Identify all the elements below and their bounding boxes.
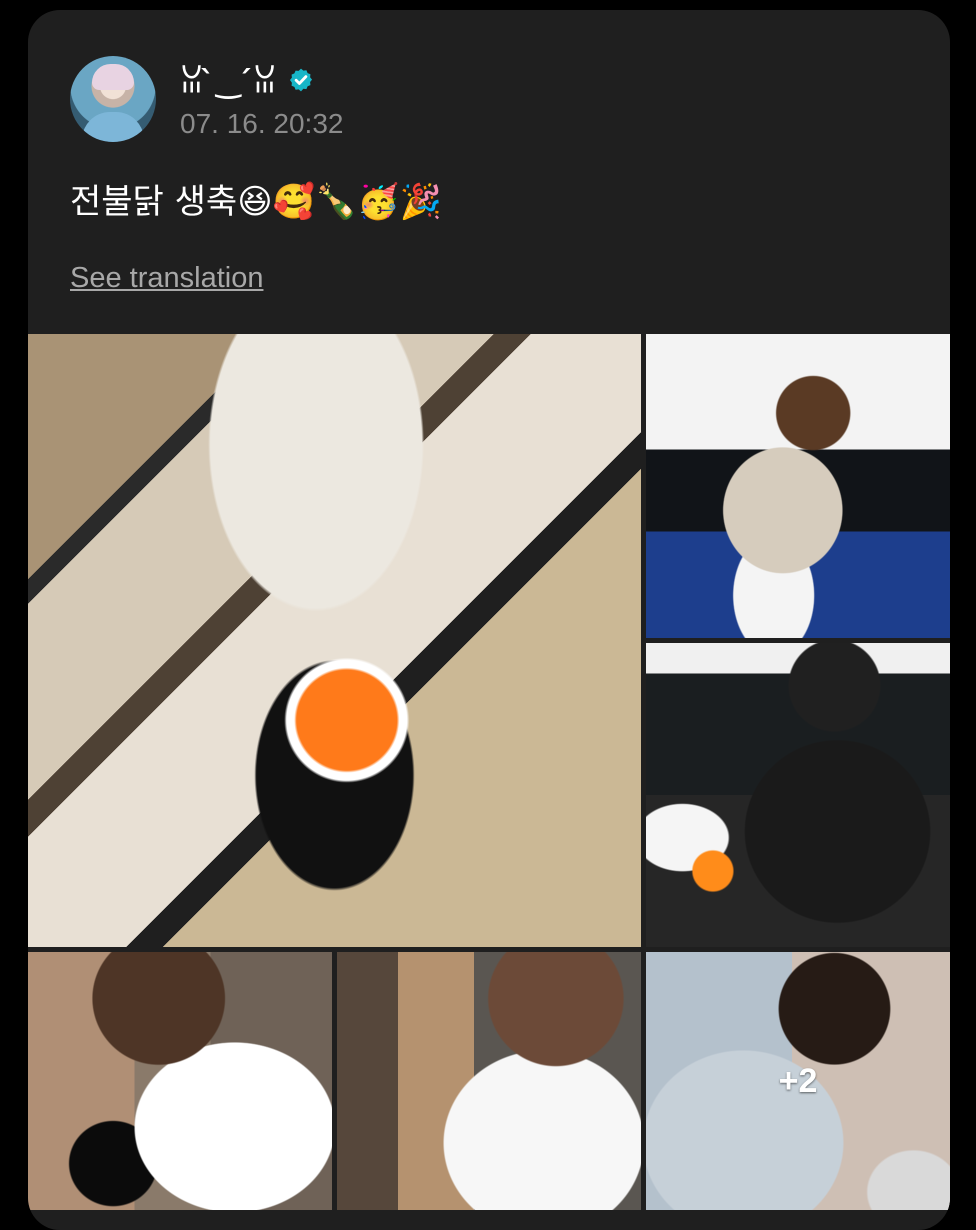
post-caption: 전불닭 생축😆🥰🍾🥳🎉 xyxy=(70,182,442,222)
more-photos-count[interactable]: +2 xyxy=(646,952,950,1210)
post-photo-2[interactable] xyxy=(646,334,950,638)
username[interactable]: ꈍ ̀‿ ́ꈍ xyxy=(180,61,278,100)
username-row: ꈍ ̀‿ ́ꈍ xyxy=(180,60,314,100)
post-timestamp: 07. 16. 20:32 xyxy=(180,108,344,139)
post-photo-3[interactable] xyxy=(646,643,950,947)
post-photo-4[interactable] xyxy=(28,952,332,1210)
post-card: ꈍ ̀‿ ́ꈍ 07. 16. 20:32 전불닭 생축😆🥰🍾🥳🎉 See tr… xyxy=(28,10,950,1230)
profile-avatar[interactable] xyxy=(70,56,156,142)
post-photo-5[interactable] xyxy=(337,952,641,1210)
avatar-shirt-shape xyxy=(82,112,144,142)
see-translation-link[interactable]: See translation xyxy=(70,262,263,295)
avatar-hair-shape xyxy=(92,64,134,90)
verified-badge-icon xyxy=(289,68,312,92)
post-photo-1[interactable] xyxy=(28,334,641,947)
